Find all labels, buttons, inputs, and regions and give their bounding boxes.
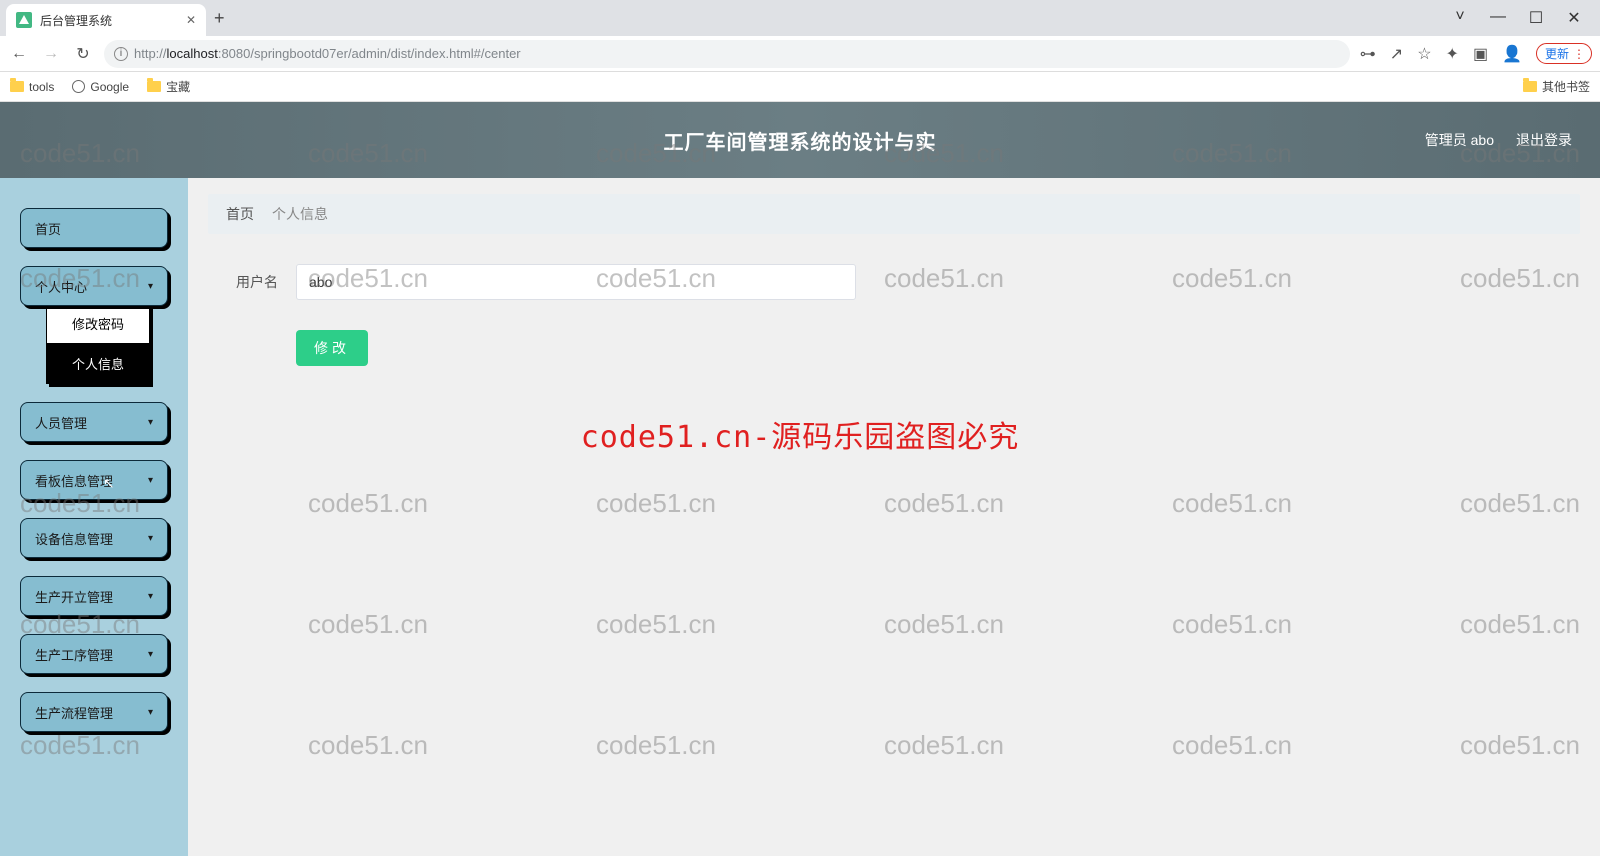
app-header: 工厂车间管理系统的设计与实 管理员 abo 退出登录 bbox=[0, 102, 1600, 178]
site-info-icon[interactable]: i bbox=[114, 47, 128, 61]
vue-favicon bbox=[16, 12, 32, 28]
url-input[interactable]: i http://localhost:8080/springbootd07er/… bbox=[104, 40, 1350, 68]
submit-button[interactable]: 修改 bbox=[296, 330, 368, 366]
chevron-down-icon: ▾ bbox=[148, 591, 153, 602]
star-icon[interactable]: ☆ bbox=[1417, 44, 1431, 64]
sidebar-item-device[interactable]: 设备信息管理▾ bbox=[20, 518, 168, 558]
bookmark-tools[interactable]: tools bbox=[10, 80, 54, 94]
app-title: 工厂车间管理系统的设计与实 bbox=[664, 126, 937, 155]
cursor-icon: ↖ bbox=[103, 475, 115, 492]
password-icon[interactable]: ⊶ bbox=[1360, 44, 1376, 64]
bookmark-other[interactable]: 其他书签 bbox=[1523, 78, 1590, 95]
sidebar-item-flow[interactable]: 生产流程管理▾ bbox=[20, 692, 168, 732]
chevron-down-icon: ▾ bbox=[148, 417, 153, 428]
browser-tab[interactable]: 后台管理系统 ✕ bbox=[6, 4, 206, 36]
back-icon[interactable]: ← bbox=[8, 45, 30, 63]
username-input[interactable] bbox=[296, 264, 856, 300]
share-icon[interactable]: ↗ bbox=[1390, 44, 1403, 64]
username-label: 用户名 bbox=[228, 272, 278, 292]
sidebar-submenu-personal: 修改密码 个人信息 bbox=[46, 302, 150, 384]
chevron-down-icon: ▾ bbox=[148, 649, 153, 660]
chevron-down-icon: ▾ bbox=[148, 707, 153, 718]
content-area: 首页 个人信息 用户名 修改 bbox=[188, 178, 1600, 856]
extensions-icon[interactable]: ✦ bbox=[1446, 44, 1459, 64]
browser-tab-strip: 后台管理系统 ✕ + ˅ — ☐ ✕ bbox=[0, 0, 1600, 36]
sidebar-sub-change-password[interactable]: 修改密码 bbox=[47, 303, 149, 343]
browser-action-icons: ⊶ ↗ ☆ ✦ ▣ 👤 更新⋮ bbox=[1360, 43, 1592, 64]
dropdown-icon[interactable]: ˅ bbox=[1450, 8, 1470, 28]
bookmark-treasure[interactable]: 宝藏 bbox=[147, 78, 190, 95]
tab-title: 后台管理系统 bbox=[40, 12, 112, 29]
sidebar-item-process[interactable]: 生产工序管理▾ bbox=[20, 634, 168, 674]
browser-update-button[interactable]: 更新⋮ bbox=[1536, 43, 1592, 64]
reload-icon[interactable]: ↻ bbox=[72, 44, 94, 64]
close-window-icon[interactable]: ✕ bbox=[1564, 8, 1584, 28]
breadcrumb: 首页 个人信息 bbox=[208, 194, 1580, 234]
bookmarks-bar: tools Google 宝藏 其他书签 bbox=[0, 72, 1600, 102]
breadcrumb-current: 个人信息 bbox=[272, 204, 328, 224]
bookmark-google[interactable]: Google bbox=[72, 80, 129, 94]
maximize-icon[interactable]: ☐ bbox=[1526, 8, 1546, 28]
sidepanel-icon[interactable]: ▣ bbox=[1473, 44, 1488, 64]
current-user[interactable]: 管理员 abo bbox=[1425, 130, 1494, 150]
url-text: http://localhost:8080/springbootd07er/ad… bbox=[134, 46, 521, 61]
sidebar-item-staff[interactable]: 人员管理▾ bbox=[20, 402, 168, 442]
logout-link[interactable]: 退出登录 bbox=[1516, 130, 1572, 150]
main-layout: 首页 个人中心▾ 修改密码 个人信息 人员管理▾ 看板信息管理▾ 设备信息管理▾… bbox=[0, 178, 1600, 856]
forward-icon[interactable]: → bbox=[40, 45, 62, 63]
sidebar-item-board[interactable]: 看板信息管理▾ bbox=[20, 460, 168, 500]
profile-form: 用户名 修改 bbox=[208, 234, 1580, 396]
minimize-icon[interactable]: — bbox=[1488, 8, 1508, 28]
window-controls: ˅ — ☐ ✕ bbox=[1450, 8, 1594, 28]
chevron-down-icon: ▾ bbox=[148, 475, 153, 486]
sidebar-item-production-open[interactable]: 生产开立管理▾ bbox=[20, 576, 168, 616]
sidebar-item-home[interactable]: 首页 bbox=[20, 208, 168, 248]
sidebar-sub-profile[interactable]: 个人信息 bbox=[47, 343, 149, 383]
sidebar-item-personal[interactable]: 个人中心▾ bbox=[20, 266, 168, 306]
new-tab-button[interactable]: + bbox=[214, 8, 225, 29]
browser-address-bar: ← → ↻ i http://localhost:8080/springboot… bbox=[0, 36, 1600, 72]
profile-icon[interactable]: 👤 bbox=[1502, 44, 1522, 64]
chevron-down-icon: ▾ bbox=[148, 281, 153, 292]
breadcrumb-home[interactable]: 首页 bbox=[226, 204, 254, 224]
form-row-username: 用户名 bbox=[228, 264, 1560, 300]
close-tab-icon[interactable]: ✕ bbox=[186, 13, 196, 27]
chevron-down-icon: ▾ bbox=[148, 533, 153, 544]
sidebar: 首页 个人中心▾ 修改密码 个人信息 人员管理▾ 看板信息管理▾ 设备信息管理▾… bbox=[0, 178, 188, 856]
